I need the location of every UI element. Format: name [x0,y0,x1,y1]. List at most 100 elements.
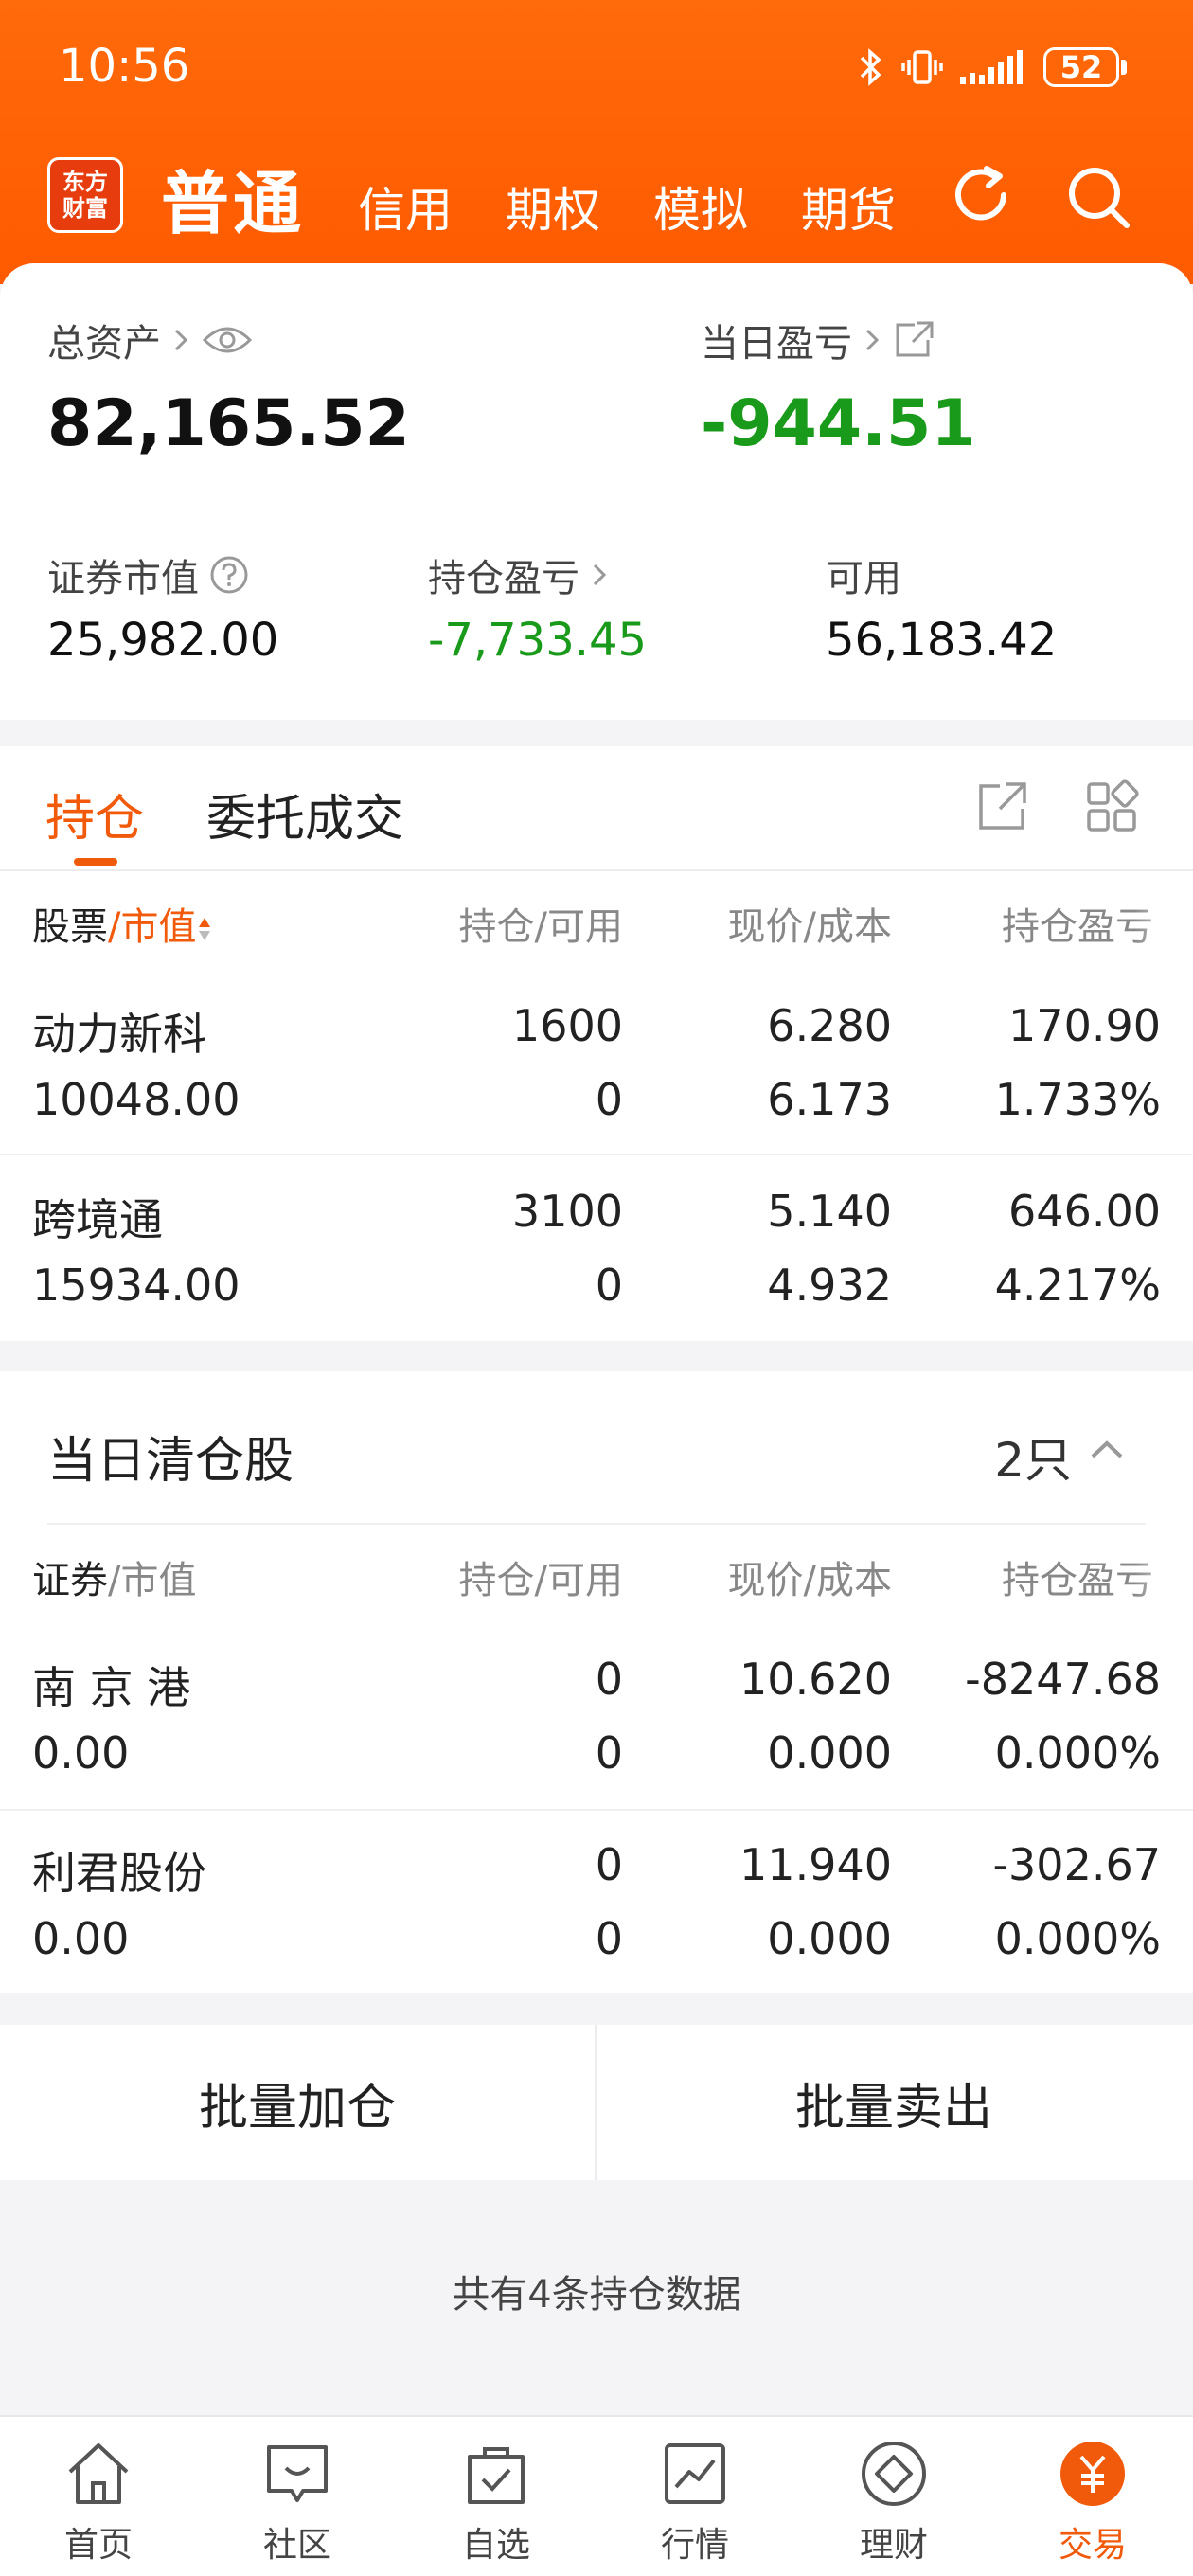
tab-options[interactable]: 期权 [506,172,600,241]
stock-available: 0 [595,1727,623,1779]
bluetooth-icon [860,48,881,86]
total-assets-value: 82,165.52 [47,386,410,461]
stock-cost: 4.932 [767,1260,892,1311]
stock-pnl: 646.00 [1008,1186,1161,1237]
stock-price: 5.140 [767,1186,892,1237]
bottom-nav-home[interactable]: 首页 [13,2417,184,2576]
diamond-icon [862,2442,926,2506]
battery-indicator: 52 [1043,47,1119,87]
sort-icon [199,918,211,940]
tab-futures[interactable]: 期货 [801,172,896,241]
chevron-right-icon [865,329,880,351]
tab-orders-trades[interactable]: 委托成交 [206,778,403,850]
stock-pnl: 170.90 [1008,1000,1161,1051]
stock-name: 跨境通 [32,1194,163,1245]
tab-credit[interactable]: 信用 [358,172,453,241]
daily-pnl-label-row[interactable]: 当日盈亏 [701,313,937,367]
position-pnl-label: 持仓盈亏 [428,557,579,600]
bottom-nav-trade[interactable]: 交易 [1007,2417,1178,2576]
market-value-label-row: 证券市值 [47,547,250,602]
bottom-nav-label: 理财 [859,2526,928,2565]
col-header-pnl: 持仓盈亏 [1002,905,1153,949]
batch-actions: 批量加仓 批量卖出 [0,2025,1193,2180]
cleared-today-card: 当日清仓股 2只 证券/市值 持仓/可用 现价/成本 持仓盈亏 南 京 港 0.… [0,1371,1193,1993]
tab-simulate[interactable]: 模拟 [653,172,748,241]
stock-qty: 3100 [511,1186,623,1237]
position-pnl-value: -7,733.45 [428,614,648,667]
bottom-nav: 首页 社区 自选 行情 理财 交易 [0,2415,1193,2576]
stock-market-value: 15934.00 [32,1260,240,1311]
stock-pnl: -8247.68 [965,1654,1161,1705]
available-value: 56,183.42 [826,614,1058,667]
row-divider [0,1809,1193,1811]
status-icons: 52 [858,45,1127,89]
cleared-count: 2只 [994,1433,1072,1488]
bottom-nav-label: 首页 [63,2526,133,2565]
holdings-tabs: 持仓 委托成交 [0,746,1193,871]
bottom-nav-market[interactable]: 行情 [610,2417,780,2576]
stock-pnl-pct: 1.733% [994,1074,1161,1125]
bottom-nav-watchlist[interactable]: 自选 [411,2417,581,2576]
account-type-nav: 东方 财富 普通 信用 期权 模拟 期货 [0,142,1193,246]
col-header-stock[interactable]: 股票/市值 [32,896,213,951]
col-mv-sort-label: 市值 [120,905,197,949]
stock-qty: 0 [595,1654,623,1705]
bottom-nav-wealth[interactable]: 理财 [809,2417,979,2576]
bag-check-icon [468,2447,525,2504]
bottom-nav-label: 行情 [660,2526,729,2565]
stock-cost: 0.000 [767,1913,892,1964]
stock-market-value: 0.00 [32,1913,130,1964]
status-time: 10:56 [59,40,190,93]
total-assets-label-row[interactable]: 总资产 [47,313,254,367]
stock-qty: 0 [595,1839,623,1890]
position-pnl-label-row[interactable]: 持仓盈亏 [428,547,610,602]
logo-line2: 财富 [62,195,108,222]
vibrate-icon [901,50,943,84]
holdings-count-note: 共有4条持仓数据 [452,2273,741,2317]
daily-pnl-value: -944.51 [701,386,976,461]
battery-tip [1121,60,1127,75]
active-tab-indicator [74,858,117,866]
total-assets-label: 总资产 [47,322,161,366]
stock-available: 0 [595,1074,623,1125]
refresh-icon[interactable] [947,161,1019,233]
col-header-price: 现价/成本 [727,905,892,949]
col-stock-sep: / [108,905,121,949]
home-icon [68,2443,129,2504]
market-value-label: 证券市值 [47,557,199,600]
col-header-pnl: 持仓盈亏 [1002,1559,1153,1602]
external-link-icon[interactable] [892,319,937,361]
stock-available: 0 [595,1260,623,1311]
stock-available: 0 [595,1913,623,1964]
yuan-coin-icon [1060,2442,1125,2506]
stock-market-value: 0.00 [32,1727,130,1779]
row-divider [0,1154,1193,1155]
stock-pnl-pct: 0.000% [994,1913,1161,1964]
section-divider [47,1523,1146,1525]
logo-line1: 东方 [62,169,108,195]
daily-pnl-label: 当日盈亏 [701,322,852,366]
cleared-section-title: 当日清仓股 [47,1433,294,1490]
batch-add-button[interactable]: 批量加仓 [0,2025,595,2180]
eye-icon[interactable] [201,321,254,359]
tab-holdings[interactable]: 持仓 [45,778,144,850]
col-header-security: 证券/市值 [32,1549,196,1604]
bottom-nav-label: 交易 [1058,2526,1127,2565]
search-icon[interactable] [1062,161,1134,233]
col-sec-label: 证券 [32,1559,108,1602]
tab-normal[interactable]: 普通 [161,148,305,247]
grid-view-icon[interactable] [1083,778,1140,835]
stock-price: 10.620 [739,1654,892,1705]
signal-icon [960,50,1023,84]
stock-cost: 6.173 [767,1074,892,1125]
help-icon[interactable] [208,554,250,596]
share-icon[interactable] [973,778,1030,835]
batch-sell-button[interactable]: 批量卖出 [596,2025,1191,2180]
stock-qty: 1600 [511,1000,623,1051]
app-header: 10:56 52 东方 财富 普通 信用 期权 模拟 期货 [0,0,1193,284]
chevron-up-icon[interactable] [1081,1424,1132,1476]
bottom-nav-community[interactable]: 社区 [212,2417,383,2576]
bottom-nav-label: 自选 [461,2526,530,2565]
col-sec-mv-label: /市值 [108,1559,197,1602]
stock-price: 11.940 [739,1839,892,1890]
